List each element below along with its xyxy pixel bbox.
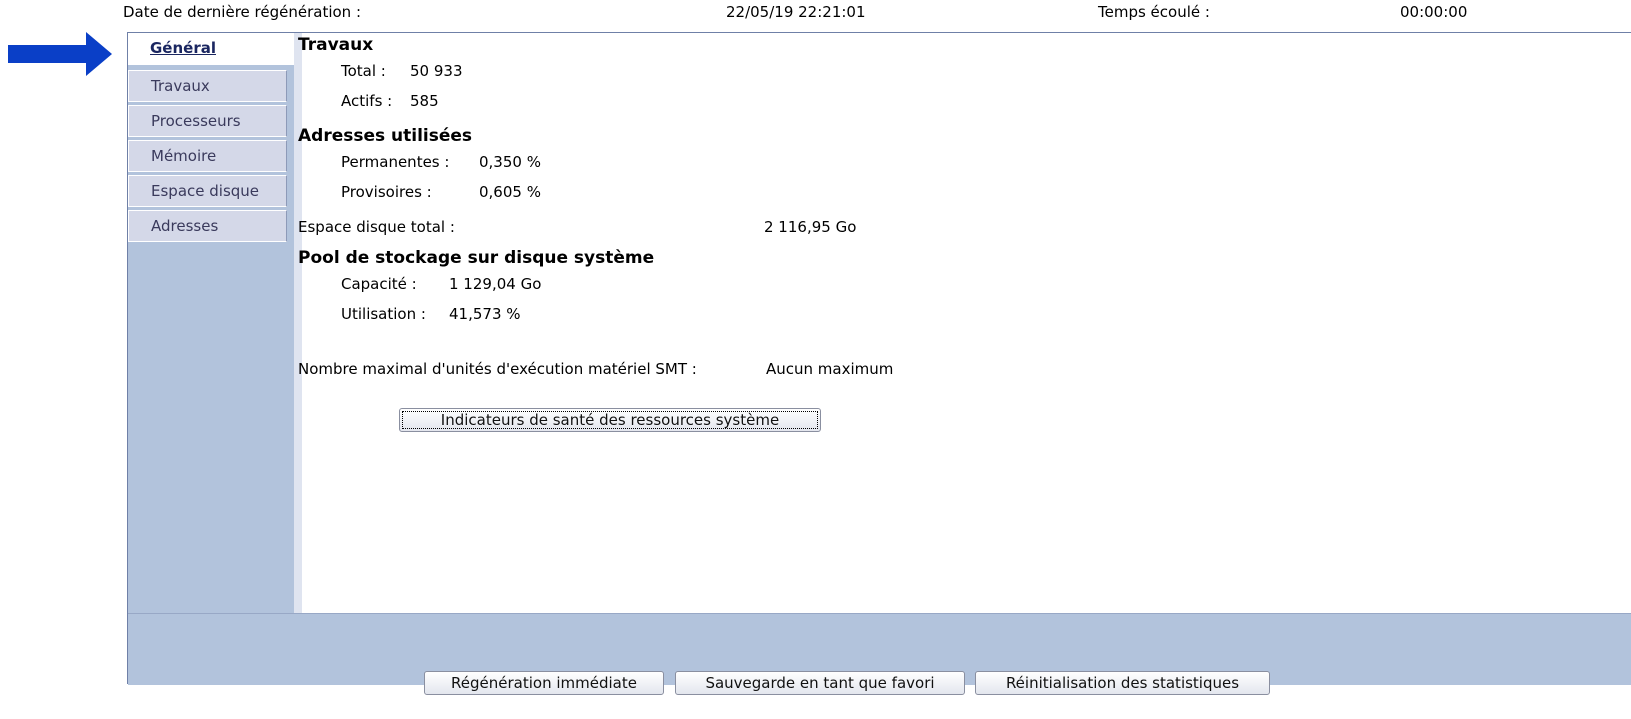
tab-addresses[interactable]: Adresses: [128, 210, 287, 242]
smt-label: Nombre maximal d'unités d'exécution maté…: [298, 360, 697, 378]
jobs-heading: Travaux: [298, 35, 374, 55]
health-indicators-button[interactable]: Indicateurs de santé des ressources syst…: [399, 408, 821, 432]
disk-total-label: Espace disque total :: [298, 218, 455, 236]
temporary-label: Provisoires :: [341, 183, 432, 201]
refresh-now-button[interactable]: Régénération immédiate: [424, 671, 664, 695]
jobs-total-value: 50 933: [410, 62, 463, 80]
usage-value: 41,573 %: [449, 305, 521, 323]
tab-general[interactable]: Général: [128, 33, 294, 65]
elapsed-time-label: Temps écoulé :: [1098, 3, 1210, 21]
save-favorite-button[interactable]: Sauvegarde en tant que favori: [675, 671, 965, 695]
addresses-heading: Adresses utilisées: [298, 126, 473, 146]
tab-disk-space[interactable]: Espace disque: [128, 175, 287, 207]
jobs-active-value: 585: [410, 92, 439, 110]
permanent-label: Permanentes :: [341, 153, 450, 171]
permanent-value: 0,350 %: [479, 153, 541, 171]
disk-total-value: 2 116,95 Go: [764, 218, 857, 236]
last-refresh-value: 22/05/19 22:21:01: [726, 3, 866, 21]
jobs-active-label: Actifs :: [341, 92, 393, 110]
main-panel: Général Travaux Processeurs Mémoire Espa…: [127, 32, 1631, 685]
smt-value: Aucun maximum: [766, 360, 894, 378]
storage-pool-heading: Pool de stockage sur disque système: [298, 248, 655, 268]
reset-statistics-button[interactable]: Réinitialisation des statistiques: [975, 671, 1270, 695]
sidebar: Général Travaux Processeurs Mémoire Espa…: [128, 33, 294, 640]
last-refresh-label: Date de dernière régénération :: [123, 3, 361, 21]
capacity-value: 1 129,04 Go: [449, 275, 542, 293]
tab-memory[interactable]: Mémoire: [128, 140, 287, 172]
temporary-value: 0,605 %: [479, 183, 541, 201]
capacity-label: Capacité :: [341, 275, 417, 293]
usage-label: Utilisation :: [341, 305, 426, 323]
tab-processors[interactable]: Processeurs: [128, 105, 287, 137]
jobs-total-label: Total :: [341, 62, 386, 80]
tab-jobs[interactable]: Travaux: [128, 70, 287, 102]
pointer-arrow-icon: [8, 32, 112, 76]
sidebar-divider: [294, 33, 302, 640]
elapsed-time-value: 00:00:00: [1400, 3, 1468, 21]
